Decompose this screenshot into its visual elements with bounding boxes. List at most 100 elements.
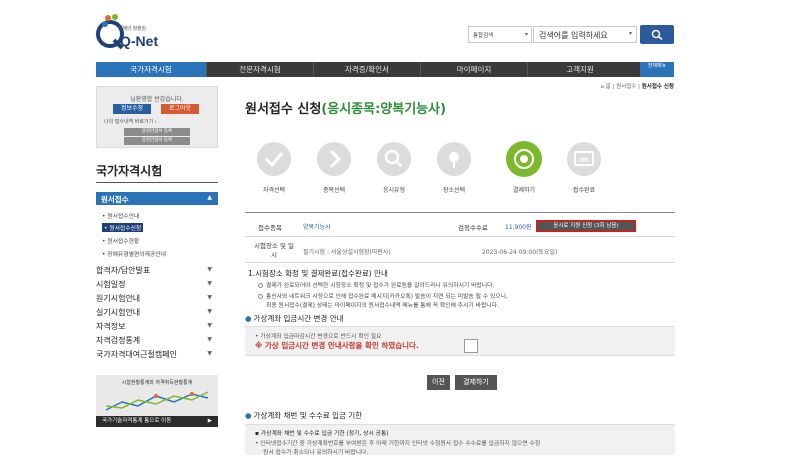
global-nav: 국가자격시험 전문자격시험 자격증/확인서 마이페이지 고객지원 [96, 62, 674, 77]
search-scope-select[interactable]: 통합검색 ▾ [468, 26, 532, 43]
home-icon[interactable]: ⌂ [600, 84, 604, 90]
sidebar-item-results[interactable]: 합격자/답안발표 ▼ [96, 265, 218, 276]
chevron-down-icon: ▼ [207, 266, 212, 273]
refund-box: ▪ 가상계좌 채번 및 수수료 입금 기한 (정기, 상시 공통) • 인터넷접… [245, 424, 675, 455]
fee-label: 검정수수료 [458, 224, 488, 232]
gnb-support[interactable]: 고객지원 [528, 62, 632, 77]
refund-line: • 인터넷접수기간 중 가상계좌번호를 부여받은 후 아래 기한까지 인터넷 수… [255, 441, 541, 447]
login-box: 님환영합 반갑습니다. 정보수정 로그아웃 나의 접수내역 바로가기 › 응원만… [96, 86, 218, 148]
chevron-down-icon: ▾ [524, 31, 528, 38]
chevron-down-icon: ▼ [207, 294, 212, 301]
page-title-exam: (응시종목:양복기능사) [321, 102, 447, 117]
sidebar-title: 국가자격시험 [96, 164, 163, 178]
recent-apply-label: 나의 접수내역 바로가기 [104, 119, 154, 125]
gnb-national-exam[interactable]: 국가자격시험 [96, 62, 206, 77]
banner-text: 시험현황통계와 자격취득현황통계 [121, 380, 193, 386]
item-value: 양복기능사 [303, 224, 331, 231]
line-graph-icon [105, 391, 209, 411]
step-label: 장소선택 [442, 187, 466, 194]
ok-icon: OK [567, 142, 601, 176]
pay-button[interactable]: 결제하기 [455, 375, 497, 390]
vaccount-box: • 가상계좌 입금마감시간 변경으로 반드시 확인 필요 ※ 가상 입금시간 변… [245, 326, 675, 356]
sidebar-title-divider [96, 182, 218, 183]
banner-footer-link[interactable]: 국가기술자격통계 통으로 이동 ▶ [96, 416, 218, 427]
sidebar-item-statistics[interactable]: 자격검정통계 ▼ [96, 335, 218, 346]
chevron-down-icon: ▼ [207, 280, 212, 287]
logout-button[interactable]: 로그아웃 [161, 104, 199, 114]
edit-info-button[interactable]: 정보수정 [113, 104, 151, 114]
breadcrumb-mid[interactable]: 원서접수 [616, 84, 636, 90]
vaccount-line: • 가상계좌 입금마감시간 변경으로 반드시 확인 필요 [255, 334, 382, 340]
logo-tagline: 지혜의 창출원 [118, 26, 146, 32]
chevron-right-icon: › [154, 119, 157, 125]
search-scope-label: 통합검색 [473, 33, 494, 39]
refund-line: 원서 접수가 취소되니 유의하시기 바랍니다. [263, 450, 369, 455]
sidebar-subitem[interactable]: • 원서접수안내 [102, 211, 139, 220]
notice-text: 결제가 완료되어야 선택한 시험장소 확정 및 접수가 완료됨을 알려드리니 유… [266, 283, 495, 289]
refund-title: ● 가상계좌 채번 및 수수료 입금 기한 [245, 410, 362, 421]
logo-text: Q-Net [120, 33, 159, 49]
chevron-down-icon: ▼ [207, 336, 212, 343]
bullet-dot-icon: ● [245, 314, 252, 323]
sidebar-subitem[interactable]: • 장애유형별편의제공안내 [102, 249, 166, 258]
step-label: 접수완료 [572, 187, 596, 194]
search-placeholder: 검색어를 입력하세요 [539, 31, 608, 40]
arrow-right-icon [317, 142, 351, 176]
arrow-right-icon: ▶ [207, 418, 212, 424]
bullet-circle-icon [258, 294, 263, 299]
fee-value: 11,900원 [505, 224, 532, 231]
payment-icon [506, 141, 542, 177]
sidebar-item-label: 자격검정통계 [96, 336, 141, 345]
vaccount-confirm-checkbox[interactable] [464, 339, 478, 353]
recent-apply-link[interactable]: 나의 접수내역 바로가기 › [104, 118, 157, 125]
prev-button[interactable]: 이전 [427, 375, 450, 390]
sidebar-subitem-label: 원서접수신청 [109, 226, 142, 232]
sidebar-item-campaign[interactable]: 국가자격대여근절캠페인 ▼ [96, 349, 218, 360]
breadcrumb-home[interactable]: 홈 [606, 84, 611, 90]
sidebar-item-practical-exam[interactable]: 실기시험안내 ▼ [96, 307, 218, 318]
chevron-down-icon: ▼ [207, 350, 212, 357]
search-input[interactable]: 검색어를 입력하세요 ▾ [533, 26, 637, 43]
login-sub-button[interactable]: 응원만큼서 등록 [124, 128, 190, 136]
search-button[interactable] [640, 25, 674, 44]
sidebar-subitem-label: 원서접수현황 [107, 239, 140, 245]
qnet-logo[interactable]: 지혜의 창출원 Q-Net [96, 12, 166, 54]
page-title-main: 원서접수 신청 [245, 102, 322, 117]
fee-support-button[interactable]: 응시료 지원 신청 (3회 남음) [536, 220, 636, 232]
chevron-down-icon: ▼ [207, 322, 212, 329]
refund-line: ▪ 가상계좌 채번 및 수수료 입금 기한 (정기, 상시 공통) [255, 431, 389, 437]
sidebar-item-label: 원서접수 [101, 195, 129, 204]
sidebar-item-written-exam[interactable]: 원기시험안내 ▼ [96, 293, 218, 304]
refund-line-text: 가상계좌 채번 및 수수료 입금 기한 (정기, 상시 공통) [260, 431, 389, 437]
login-sub-button[interactable]: 응원만큼서 등록 [124, 137, 190, 145]
chevron-down-icon: ▾ [628, 30, 632, 37]
sidebar-item-qualification-info[interactable]: 자격정보 ▼ [96, 321, 218, 332]
table-bottom-border [245, 262, 675, 263]
notice-title: 1.시험장소 확정 및 결제완료(접수완료) 안내 [248, 269, 388, 278]
place-value: 필기시험 : 서울상설시험장(마판사) [303, 249, 391, 256]
sidebar-subitem-label: 장애유형별편의제공안내 [107, 252, 166, 258]
banner-footer-label: 국가기술자격통계 통으로 이동 [102, 418, 172, 424]
item-label: 접수종목 [258, 224, 282, 232]
page-title: 원서접수 신청(응시종목:양복기능사) [245, 98, 446, 117]
vaccount-title: ● 가상계좌 입금시간 변경 안내 [245, 313, 344, 324]
search-icon [651, 29, 663, 40]
statistics-banner[interactable]: 시험현황통계와 자격취득현황통계 국가기술자격통계 통으로 이동 ▶ [96, 375, 218, 427]
chevron-up-icon: ▲ [207, 194, 212, 201]
gnb-mypage[interactable]: 마이페이지 [421, 62, 527, 77]
sidebar-item-application[interactable]: 원서접수 ▲ [96, 192, 218, 205]
gnb-professional-exam[interactable]: 전문자격시험 [207, 62, 313, 77]
notice-line: 통신사와 네트워크 사정으로 인해 접수완료 메시지(카카오톡) 발송이 지연 … [258, 291, 508, 300]
breadcrumb-current: 원서접수 신청 [641, 84, 674, 90]
place-date: 2023-06-24 09:00(토요일) [482, 249, 558, 256]
sidebar-subitem-selected[interactable]: • 원서접수신청 [102, 223, 144, 232]
notice-line: 결제가 완료되어야 선택한 시험장소 확정 및 접수가 완료됨을 알려드리니 유… [258, 280, 494, 289]
check-icon [257, 142, 291, 176]
all-menu-button[interactable]: 전체메뉴 [640, 62, 674, 77]
gnb-certificate[interactable]: 자격증/확인서 [314, 62, 420, 77]
sidebar-item-label: 시험일정 [96, 280, 126, 289]
sidebar-subitem-label: 원서접수안내 [107, 214, 140, 220]
table-row-divider [245, 236, 675, 237]
sidebar-item-schedule[interactable]: 시험일정 ▼ [96, 279, 218, 290]
sidebar-subitem[interactable]: • 원서접수현황 [102, 236, 139, 245]
